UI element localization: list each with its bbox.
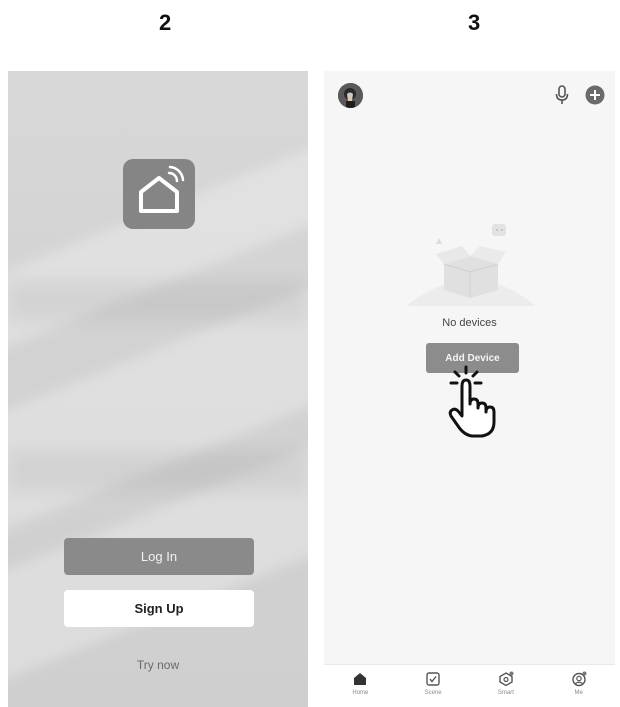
tab-label: Smart <box>497 690 514 696</box>
empty-box-illustration-icon <box>406 224 536 306</box>
me-icon <box>571 671 587 687</box>
app-logo <box>123 159 195 229</box>
add-plus-icon[interactable] <box>585 85 605 105</box>
smart-icon <box>499 671 514 687</box>
shadow-band <box>8 451 308 491</box>
no-devices-text: No devices <box>442 317 497 329</box>
tab-scene[interactable]: Scene <box>397 665 470 707</box>
smart-home-logo-icon <box>139 165 185 213</box>
login-button[interactable]: Log In <box>64 538 254 575</box>
home-icon <box>354 673 367 685</box>
try-now-link[interactable]: Try now <box>8 658 308 672</box>
tab-label: Home <box>352 690 369 696</box>
login-screen: Log In Sign Up Try now <box>8 71 308 707</box>
tab-smart[interactable]: Smart <box>470 665 543 707</box>
tap-hand-pointer-icon <box>448 365 496 438</box>
tab-label: Me <box>574 690 583 696</box>
step-number-2: 2 <box>159 10 172 35</box>
tab-home[interactable]: Home <box>324 665 397 707</box>
avatar[interactable] <box>338 83 363 108</box>
microphone-icon[interactable] <box>554 85 570 105</box>
scene-checkbox-icon <box>426 672 440 686</box>
home-screen: No devices Add Device Home Scene Smart M… <box>324 71 615 707</box>
shadow-band <box>8 281 308 321</box>
signup-button[interactable]: Sign Up <box>64 590 254 627</box>
step-number-3: 3 <box>468 10 481 35</box>
tab-me[interactable]: Me <box>542 665 615 707</box>
bottom-tab-bar: Home Scene Smart Me <box>324 664 615 707</box>
user-avatar-icon <box>338 83 363 108</box>
tab-label: Scene <box>424 690 442 696</box>
